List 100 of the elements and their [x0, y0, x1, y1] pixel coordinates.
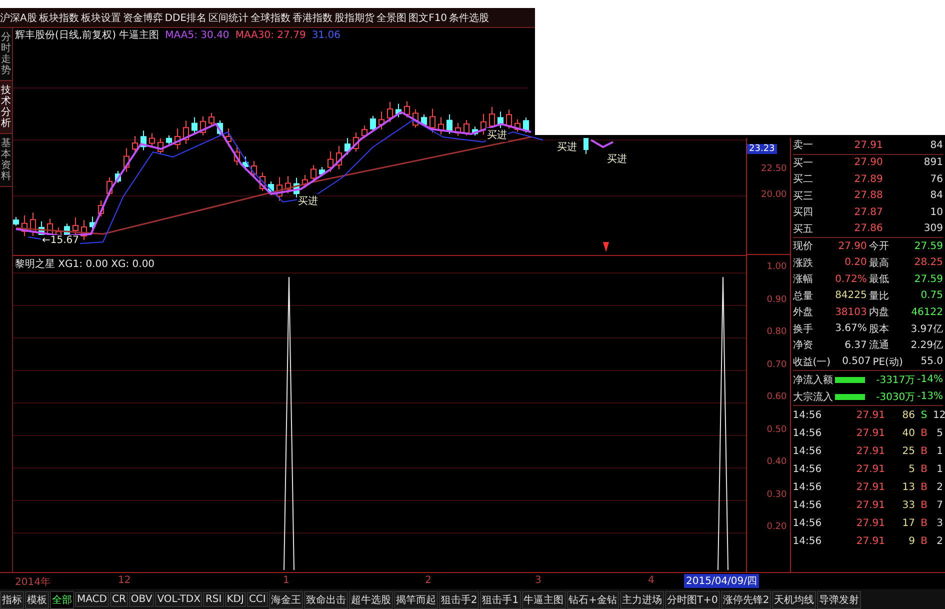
chart-title: 辉丰股份(日线,前复权) 牛逼主图 [15, 28, 160, 42]
candlestick [472, 126, 478, 136]
stat-value: 3.67% [834, 323, 867, 334]
indicator-tab[interactable]: 模板 [25, 590, 49, 608]
menu-item[interactable]: DDE排名 [164, 10, 207, 24]
menu-item[interactable]: 全景图 [376, 10, 407, 24]
candlestick [455, 122, 461, 136]
indicator-tab[interactable]: CR [110, 592, 128, 607]
trade-count: 3 [936, 518, 943, 528]
trade-count: 5 [936, 428, 943, 438]
stat-label: 收益(一) [792, 356, 831, 369]
indicator-tab[interactable]: 全部 [50, 590, 74, 608]
stat-label: 流通 [868, 338, 889, 352]
candlestick [132, 136, 138, 154]
menu-item[interactable]: 香港指数 [292, 10, 333, 24]
menu-item[interactable]: 板块设置 [80, 10, 121, 24]
indicator-tab[interactable]: CCI [246, 592, 268, 607]
side-tab[interactable]: 分时走势 [0, 28, 12, 81]
menu-item[interactable]: 区间统计 [208, 10, 249, 24]
indicator-tab[interactable]: 狙击手2 [438, 590, 480, 608]
menu-item[interactable]: 条件选股 [449, 10, 490, 24]
candlestick [98, 200, 104, 217]
trade-price: 27.91 [855, 500, 885, 510]
indicator-tab[interactable]: 牛逼主图 [522, 590, 566, 608]
trade-side: B [920, 464, 928, 474]
trade-count: 1 [936, 464, 943, 474]
candlestick [90, 216, 96, 231]
candlestick [378, 111, 384, 130]
candlestick [174, 128, 180, 150]
candlestick [234, 144, 240, 166]
candlestick [124, 148, 130, 173]
signal-label: ←15.67 [41, 235, 80, 246]
indicator-tab[interactable]: OBV [128, 592, 154, 607]
order-price: 27.87 [853, 206, 883, 218]
candlestick [396, 103, 402, 118]
trade-time: 14:56 [792, 482, 823, 492]
order-price: 27.86 [853, 223, 883, 234]
indicator-tab[interactable]: KDJ [224, 592, 246, 607]
candlestick [584, 138, 588, 154]
trade-side: S [920, 410, 928, 420]
side-tab[interactable]: 技术分析 [0, 81, 12, 134]
stat-label: PE(动) [872, 356, 903, 369]
x-axis-label: 1 [283, 575, 290, 586]
indicator-tab[interactable]: 指标 [0, 590, 24, 608]
axis-label: 0.40 [766, 457, 787, 467]
menu-item[interactable]: 全球指数 [250, 10, 291, 24]
axis-label: 0.50 [766, 424, 787, 434]
candlestick [310, 164, 316, 182]
indicator-tab[interactable]: 狙击手1 [480, 590, 521, 608]
candlestick [302, 174, 308, 188]
cursor-date: 2015/04/09/四 [684, 574, 760, 588]
order-label: 卖一 [792, 138, 814, 152]
menu-item[interactable]: 资金博弈 [122, 10, 163, 24]
flow-label: 大宗流入 [792, 390, 833, 404]
candlestick [192, 116, 198, 134]
x-axis-label: 2 [425, 575, 432, 586]
indicator-tab[interactable]: 致命出击 [304, 590, 348, 608]
flow-ratio: -13% [917, 391, 943, 402]
flow-ratio: -14% [917, 374, 943, 385]
indicator-tab[interactable]: 钻石+金钻 [566, 590, 619, 608]
indicator-tab[interactable]: 海金王 [268, 590, 303, 608]
candlestick [438, 116, 444, 135]
trade-volume: 40 [901, 428, 915, 438]
trade-volume: 13 [901, 482, 915, 492]
indicator-tab[interactable]: MACD [75, 592, 109, 607]
candlestick [523, 117, 529, 133]
trade-price: 27.91 [855, 464, 885, 474]
indicator-tab[interactable]: 分时图T+0 [665, 590, 720, 608]
axis-label: 0.70 [766, 360, 787, 370]
candlestick [353, 132, 359, 152]
indicator-tab[interactable]: 揭竿而起 [394, 590, 438, 608]
flow-bar [834, 394, 865, 400]
indicator-tab[interactable]: 天机均线 [772, 590, 816, 608]
indicator-tab[interactable]: RSI [203, 592, 224, 607]
indicator-tab[interactable]: 主力进场 [620, 590, 664, 608]
stat-label: 外盘 [792, 306, 813, 320]
indicator-tab[interactable]: 超牛选股 [348, 590, 393, 608]
axis-label: 0.30 [766, 490, 787, 500]
menu-item[interactable]: 沪深A股 [0, 10, 37, 24]
trade-price: 27.91 [855, 518, 885, 528]
side-tab[interactable]: 基本资料 [0, 134, 12, 187]
menu-item[interactable]: 图文F10 [408, 10, 448, 24]
ma5-line [590, 139, 614, 148]
indicator-tab[interactable]: VOL-TDX [155, 592, 202, 607]
menu-item[interactable]: 股指期货 [334, 10, 375, 24]
stat-label: 今开 [868, 240, 889, 254]
trade-side: B [920, 482, 928, 492]
trade-volume: 25 [901, 446, 915, 456]
indicator-tab[interactable]: 涨停先锋2 [720, 590, 772, 608]
candlestick [412, 108, 418, 128]
candlestick [514, 118, 520, 132]
trade-side: B [920, 500, 928, 510]
stat-label: 最低 [868, 273, 889, 286]
indicator-tab[interactable]: 导弹发射 [817, 590, 862, 608]
candlestick [217, 120, 223, 136]
flow-amount: -3317万 [875, 374, 916, 386]
axis-label: 20.00 [761, 190, 787, 200]
candlestick [208, 112, 214, 126]
candlestick [430, 108, 436, 133]
menu-item[interactable]: 板块指数 [38, 10, 79, 24]
